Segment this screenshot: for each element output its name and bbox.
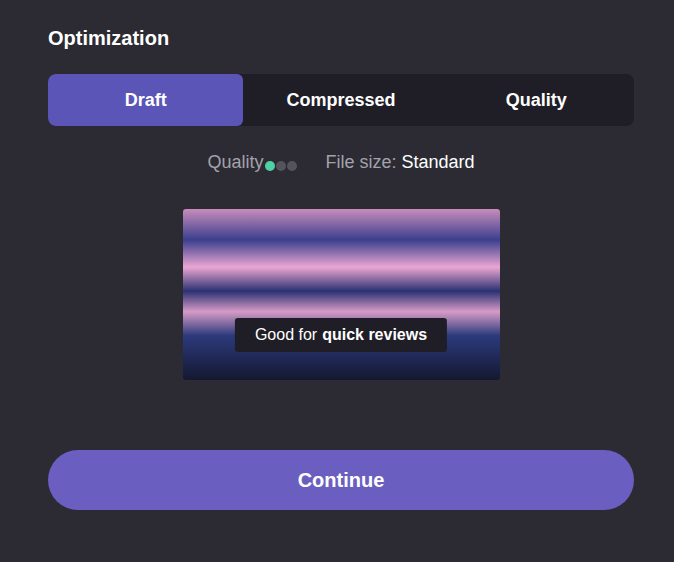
tab-group: DraftCompressedQuality	[48, 74, 634, 126]
quality-label: Quality	[207, 150, 263, 174]
tab[interactable]: Compressed	[243, 74, 438, 126]
optimization-panel: OptimizationDraftCompressedQualityQualit…	[0, 0, 674, 562]
quality-dots	[265, 161, 297, 171]
preview-image: Good forquick reviews	[183, 209, 500, 380]
quality-dot	[276, 161, 286, 171]
continue-button[interactable]: Continue	[48, 450, 634, 510]
section-title: Optimization	[48, 26, 634, 50]
file-size-label: File size:	[325, 150, 396, 174]
tab[interactable]: Quality	[439, 74, 634, 126]
tab[interactable]: Draft	[48, 74, 243, 126]
file-size-value: Standard	[401, 150, 474, 174]
quality-dot	[287, 161, 297, 171]
quality-dot	[265, 161, 275, 171]
summary-row: Quality File size:Standard	[48, 150, 634, 174]
preview-caption: Good forquick reviews	[235, 318, 447, 352]
